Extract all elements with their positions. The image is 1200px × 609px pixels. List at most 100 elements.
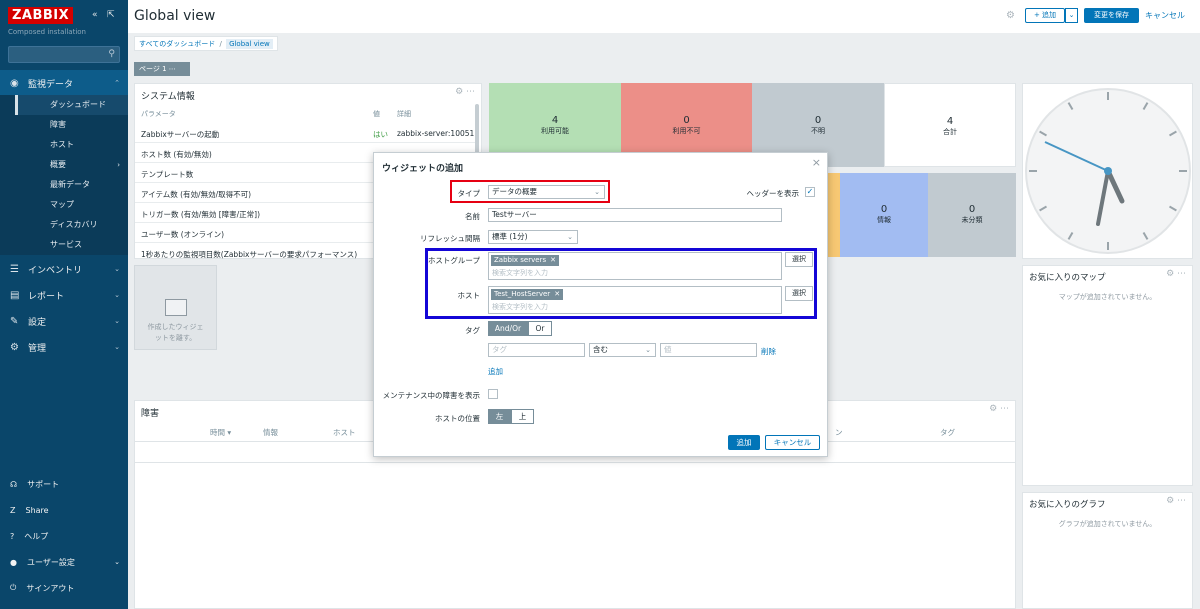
submenu-latest-data[interactable]: 最新データ — [15, 175, 128, 195]
cancel-edit-link[interactable]: キャンセル — [1145, 10, 1185, 21]
col-action: ン — [835, 428, 843, 437]
severity-information[interactable]: 0 情報 — [840, 173, 928, 257]
chevron-down-icon: ⌄ — [567, 233, 573, 241]
favorite-maps-widget: お気に入りのマップ ⚙ ⋯ マップが追加されていません。 — [1022, 265, 1193, 486]
save-changes-button[interactable]: 変更を保存 — [1084, 8, 1139, 23]
remove-tag-link[interactable]: 削除 — [761, 346, 776, 357]
add-widget-button[interactable]: + 追加 — [1025, 8, 1065, 23]
show-header-label: ヘッダーを表示 — [746, 189, 800, 198]
breadcrumb: すべてのダッシュボード / Global view — [134, 36, 278, 51]
nav-configuration[interactable]: ✎ 設定 ⌄ — [0, 308, 128, 334]
nav-support[interactable]: ☊ サポート — [0, 471, 128, 497]
empty-message: グラフが追加されていません。 — [1058, 520, 1157, 528]
collapse-sidebar-icon[interactable]: « — [92, 10, 98, 20]
page-title: Global view — [134, 8, 216, 24]
chevron-down-icon: ⌄ — [114, 265, 120, 273]
tags-or-toggle[interactable]: Or — [528, 321, 552, 336]
host-location-label: ホストの位置 — [435, 414, 480, 423]
name-input[interactable]: Testサーバー — [488, 208, 782, 222]
installation-name: Composed installation — [8, 28, 86, 36]
col-value: 値 — [373, 110, 380, 118]
submenu-problems[interactable]: 障害 — [15, 115, 128, 135]
dialog-title: ウィジェットの追加 — [382, 164, 464, 174]
add-dropdown-button[interactable]: ⌄ — [1065, 8, 1078, 23]
close-icon[interactable]: × — [812, 156, 821, 169]
kiosk-mode-icon[interactable]: ⇱ — [107, 10, 115, 20]
tag-name-input[interactable]: タグ — [488, 343, 585, 357]
nav-inventory[interactable]: ☰ インベントリ ⌄ — [0, 256, 128, 282]
sidebar-search-input[interactable]: ⚲ — [8, 46, 120, 63]
show-maintenance-checkbox[interactable] — [488, 389, 498, 399]
nav-reports[interactable]: ▤ レポート ⌄ — [0, 282, 128, 308]
widget-placeholder-icon — [165, 299, 187, 316]
tags-andor-toggle[interactable]: And/Or — [488, 321, 528, 336]
widget-actions-icon[interactable]: ⚙ ⋯ — [1166, 496, 1186, 506]
add-tag-link[interactable]: 追加 — [488, 366, 503, 377]
nav-share[interactable]: Z Share — [0, 497, 128, 523]
submenu-services[interactable]: サービス — [15, 235, 128, 255]
widget-actions-icon[interactable]: ⚙ ⋯ — [1166, 269, 1186, 279]
chevron-down-icon: ⌄ — [645, 346, 651, 354]
favorite-graphs-widget: お気に入りのグラフ ⚙ ⋯ グラフが追加されていません。 — [1022, 492, 1193, 609]
col-tags: タグ — [940, 428, 955, 437]
gear-icon: ⚙ — [10, 341, 19, 353]
submenu-hosts[interactable]: ホスト — [15, 135, 128, 155]
chevron-down-icon: ⌄ — [114, 343, 120, 351]
widget-title: 障害 — [141, 409, 160, 419]
severity-not-classified[interactable]: 0 未分類 — [928, 173, 1016, 257]
table-row: Zabbixサーバーの起動 はい zabbix-server:10051 — [135, 123, 475, 143]
widget-actions-icon[interactable]: ⚙ ⋯ — [455, 87, 475, 97]
submenu-dashboard[interactable]: ダッシュボード — [15, 95, 128, 115]
breadcrumb-current[interactable]: Global view — [226, 39, 273, 49]
widget-title: お気に入りのグラフ — [1029, 500, 1106, 510]
chevron-down-icon: ⌄ — [114, 291, 120, 299]
chevron-down-icon: ⌄ — [114, 317, 120, 325]
submenu-maps[interactable]: マップ — [15, 195, 128, 215]
zabbix-logo[interactable]: ZABBIX — [8, 7, 74, 24]
host-location-top-toggle[interactable]: 上 — [511, 409, 534, 424]
share-icon: Z — [10, 505, 16, 515]
list-icon: ☰ — [10, 263, 19, 275]
col-detail: 詳細 — [397, 110, 411, 118]
widget-title: お気に入りのマップ — [1029, 273, 1106, 283]
highlight-host-fields — [425, 248, 817, 319]
headset-icon: ☊ — [10, 479, 18, 489]
widget-actions-icon[interactable]: ⚙ ⋯ — [989, 404, 1009, 414]
nav-monitoring[interactable]: ◉ 監視データ ⌃ — [0, 70, 128, 96]
clock-widget — [1022, 83, 1193, 259]
refresh-interval-select[interactable]: 標準 (1分) ⌄ — [488, 230, 578, 244]
refresh-interval-label: リフレッシュ間隔 — [420, 234, 480, 243]
nav-administration[interactable]: ⚙ 管理 ⌄ — [0, 334, 128, 360]
chart-icon: ▤ — [10, 289, 20, 301]
nav-user-settings[interactable]: ● ユーザー設定 ⌄ — [0, 549, 128, 575]
gear-icon[interactable]: ⚙ — [1006, 10, 1015, 21]
user-icon: ● — [10, 557, 17, 567]
submenu-overview[interactable]: 概要 › — [15, 155, 128, 175]
col-time[interactable]: 時間 ▾ — [210, 427, 231, 438]
search-icon[interactable]: ⚲ — [108, 49, 115, 59]
submenu-discovery[interactable]: ディスカバリ — [15, 215, 128, 235]
tab-page-1[interactable]: ページ 1 ⋯ — [134, 62, 190, 76]
tag-operator-select[interactable]: 含む ⌄ — [589, 343, 656, 357]
chevron-down-icon: ⌄ — [114, 558, 120, 566]
sidebar: ZABBIX « ⇱ Composed installation ⚲ ◉ 監視デー… — [0, 0, 128, 609]
nav-sign-out[interactable]: ⏻ サインアウト — [0, 575, 128, 601]
submit-add-button[interactable]: 追加 — [728, 435, 760, 450]
availability-total[interactable]: 4 合計 — [884, 83, 1016, 167]
monitoring-submenu: ダッシュボード 障害 ホスト 概要 › 最新データ マップ ディスカバリ サービス — [0, 95, 128, 255]
col-info: 情報 — [263, 428, 278, 437]
host-location-left-toggle[interactable]: 左 — [488, 409, 511, 424]
col-param: パラメータ — [141, 110, 176, 118]
show-header-checkbox[interactable]: ✓ — [805, 187, 815, 197]
chevron-down-icon: ⌄ — [1068, 11, 1075, 19]
page-header: Global view ⚙ + 追加 ⌄ 変更を保存 キャンセル — [128, 0, 1200, 33]
highlight-type-field — [450, 180, 610, 203]
col-host: ホスト — [333, 428, 356, 437]
dialog-cancel-button[interactable]: キャンセル — [765, 435, 820, 450]
tag-value-input[interactable]: 値 — [660, 343, 757, 357]
name-label: 名前 — [465, 212, 480, 221]
widget-drop-placeholder[interactable]: 作成したウィジェ ットを離す。 — [134, 265, 217, 350]
nav-help[interactable]: ? ヘルプ — [0, 523, 128, 549]
wrench-icon: ✎ — [10, 315, 19, 327]
breadcrumb-all-dashboards[interactable]: すべてのダッシュボード — [139, 40, 215, 48]
